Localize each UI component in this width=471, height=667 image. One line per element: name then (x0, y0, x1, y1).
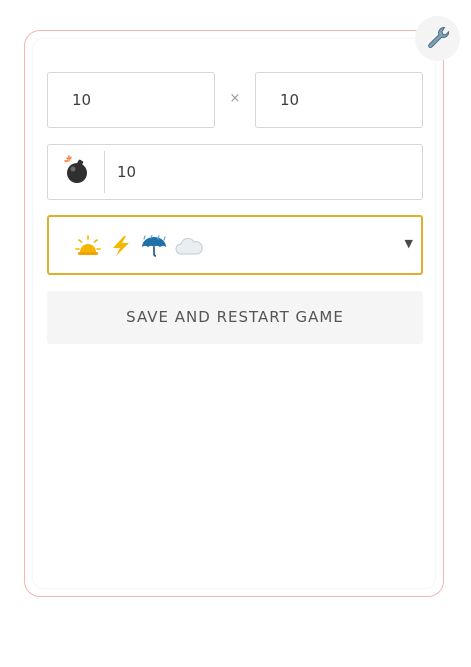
cloud-icon (174, 235, 204, 257)
mines-field (47, 144, 423, 200)
theme-select[interactable]: ▼ (47, 215, 423, 275)
wrench-icon (425, 24, 451, 54)
theme-icons (75, 235, 204, 257)
chevron-down-icon: ▼ (404, 237, 413, 250)
board-height-input[interactable] (255, 72, 423, 128)
mines-count-input[interactable] (105, 145, 421, 199)
lightning-icon (108, 235, 134, 257)
save-and-restart-button[interactable]: SAVE AND RESTART GAME (47, 291, 423, 344)
mines-icon-container (48, 145, 104, 199)
sun-icon (75, 235, 102, 257)
settings-button[interactable] (415, 16, 460, 61)
bomb-icon (61, 154, 91, 190)
board-width-input[interactable] (47, 72, 215, 128)
umbrella-rain-icon (140, 235, 168, 257)
times-symbol: × (229, 91, 241, 106)
